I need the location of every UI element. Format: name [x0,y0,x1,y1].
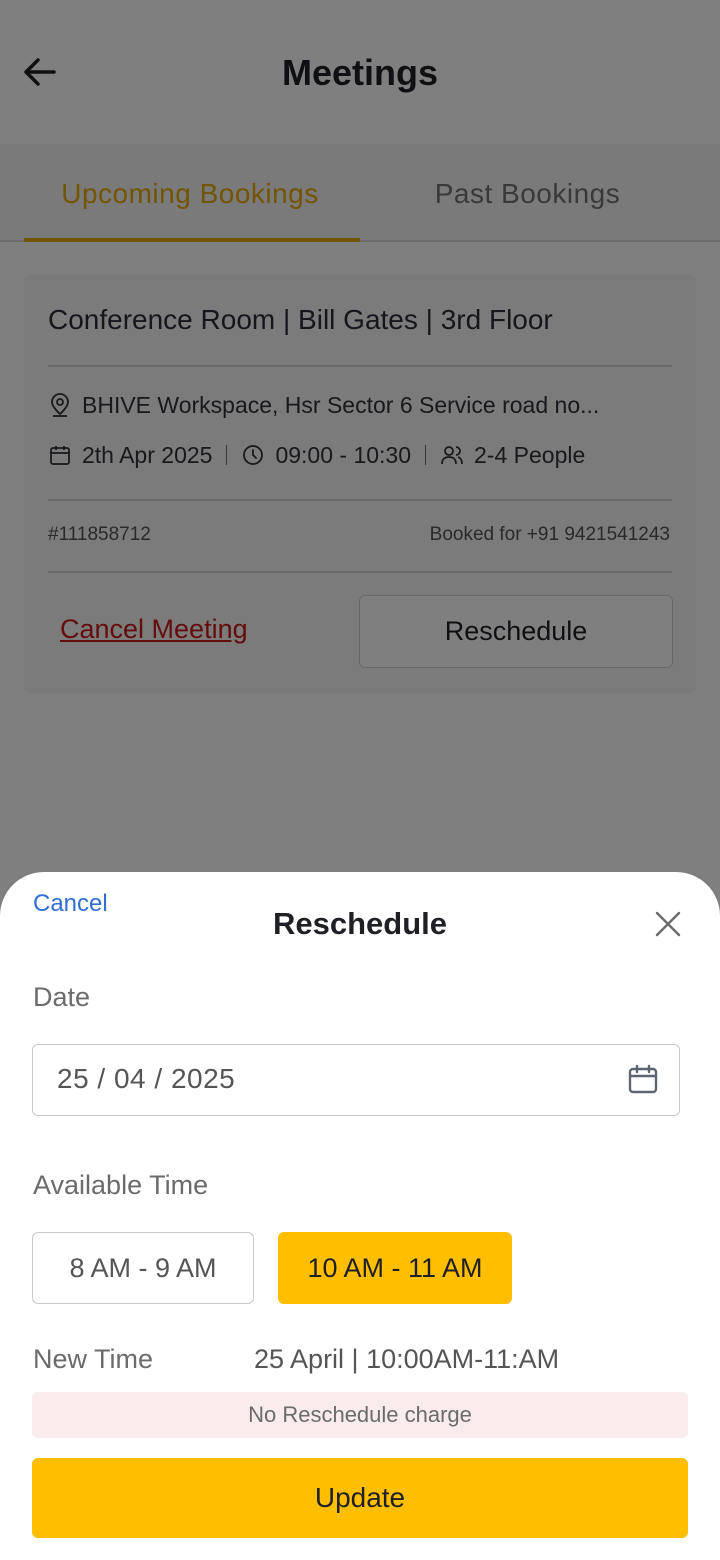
time-slot-8am[interactable]: 8 AM - 9 AM [32,1232,254,1304]
reschedule-charge-note: No Reschedule charge [32,1392,688,1438]
date-field[interactable]: 25 / 04 / 2025 [32,1044,680,1116]
reschedule-sheet: Cancel Reschedule Date 25 / 04 / 2025 Av… [0,872,720,1560]
close-icon[interactable] [652,908,684,940]
new-time-value: 25 April | 10:00AM-11:AM [254,1344,560,1374]
sheet-title: Reschedule [272,906,447,941]
available-time-label: Available Time [33,1170,209,1200]
update-button[interactable]: Update [32,1458,688,1538]
calendar-icon[interactable] [627,1063,659,1095]
new-time-label: New Time [33,1344,154,1374]
time-slot-10am-selected[interactable]: 10 AM - 11 AM [278,1232,512,1304]
date-label: Date [33,982,91,1012]
date-value: 25 / 04 / 2025 [57,1063,236,1094]
